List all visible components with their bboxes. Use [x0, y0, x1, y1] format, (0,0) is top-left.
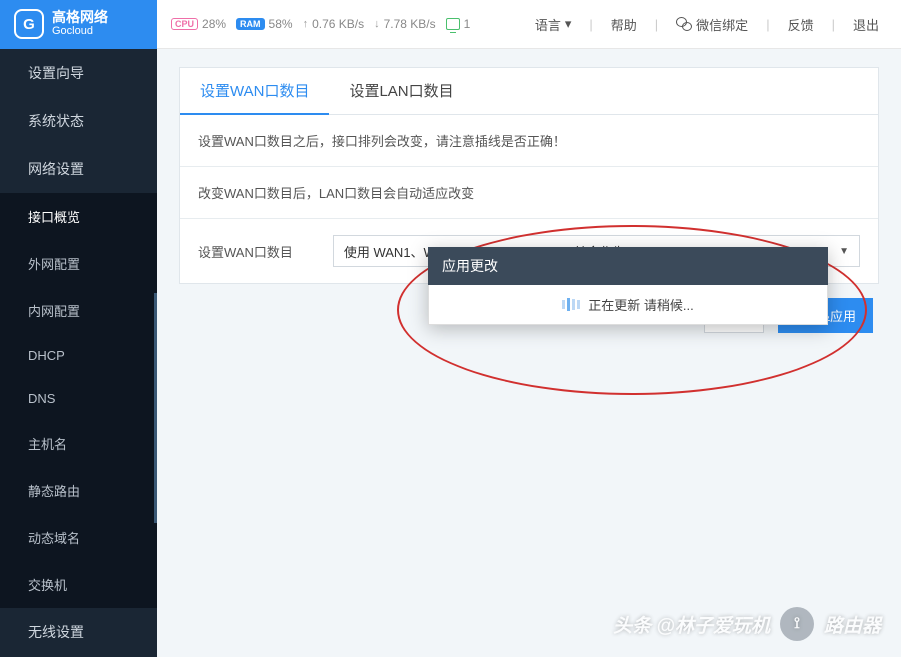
brand-logo: G 高格网络 Gocloud	[0, 0, 157, 49]
nav-interface-overview[interactable]: 接口概览	[0, 193, 157, 240]
sidebar: 设置向导 系统状态 网络设置 接口概览 外网配置 内网配置 DHCP DNS 主…	[0, 49, 157, 657]
nav-network-settings[interactable]: 网络设置	[0, 145, 157, 193]
chevron-down-icon: ▾	[565, 16, 572, 32]
upload-stat: ↑ 0.76 KB/s	[303, 17, 365, 31]
upload-icon: ↑	[303, 18, 309, 30]
nav-hostname[interactable]: 主机名	[0, 420, 157, 467]
feedback-link[interactable]: 反馈	[788, 15, 814, 34]
nav-dns[interactable]: DNS	[0, 377, 157, 420]
nav-ddns[interactable]: 动态域名	[0, 514, 157, 561]
ram-stat: RAM 58%	[236, 17, 293, 31]
ram-value: 58%	[269, 17, 293, 31]
note-wan-warning: 设置WAN口数目之后，接口排列会改变，请注意插线是否正确！	[180, 115, 878, 167]
chevron-down-icon: ▼	[839, 246, 849, 257]
apply-changes-modal: 应用更改 正在更新 请稍候...	[428, 247, 828, 325]
brand-icon: G	[14, 9, 44, 39]
clients-stat: 1	[446, 17, 471, 31]
nav-static-route[interactable]: 静态路由	[0, 467, 157, 514]
cpu-value: 28%	[202, 17, 226, 31]
language-menu[interactable]: 语言▾	[535, 15, 572, 34]
brand-sub: Gocloud	[52, 25, 108, 38]
nav-system-status[interactable]: 系统状态	[0, 97, 157, 145]
watermark-badge-icon: ⟟	[780, 607, 814, 641]
nav-switch[interactable]: 交换机	[0, 561, 157, 608]
nav-dhcp[interactable]: DHCP	[0, 334, 157, 377]
wan-count-label: 设置WAN口数目	[198, 242, 293, 261]
ram-icon: RAM	[236, 18, 265, 30]
nav-lan-config[interactable]: 内网配置	[0, 287, 157, 334]
nav-wan-config[interactable]: 外网配置	[0, 240, 157, 287]
nav-wireless[interactable]: 无线设置	[0, 608, 157, 656]
cpu-icon: CPU	[171, 18, 198, 30]
wechat-icon	[676, 17, 692, 31]
download-value: 7.78 KB/s	[384, 17, 436, 31]
tab-wan-count[interactable]: 设置WAN口数目	[180, 68, 329, 115]
modal-title: 应用更改	[428, 247, 828, 285]
clients-value: 1	[464, 17, 471, 31]
logout-link[interactable]: 退出	[853, 15, 879, 34]
download-stat: ↓ 7.78 KB/s	[374, 17, 436, 31]
modal-message: 正在更新 请稍候...	[588, 295, 693, 314]
upload-value: 0.76 KB/s	[312, 17, 364, 31]
nav-setup-wizard[interactable]: 设置向导	[0, 49, 157, 97]
help-link[interactable]: 帮助	[611, 15, 637, 34]
watermark: 头条 @林子爱玩机 ⟟ 路由器	[613, 607, 881, 641]
tab-lan-count[interactable]: 设置LAN口数目	[329, 68, 473, 114]
cpu-stat: CPU 28%	[171, 17, 226, 31]
download-icon: ↓	[374, 18, 380, 30]
monitor-icon	[446, 18, 460, 30]
note-lan-auto: 改变WAN口数目后，LAN口数目会自动适应改变	[180, 167, 878, 219]
brand-name: 高格网络	[52, 10, 108, 25]
loading-spinner-icon	[562, 298, 580, 311]
system-stats: CPU 28% RAM 58% ↑ 0.76 KB/s ↓ 7.78 KB/s …	[157, 17, 470, 31]
wechat-bind-link[interactable]: 微信绑定	[676, 15, 748, 34]
